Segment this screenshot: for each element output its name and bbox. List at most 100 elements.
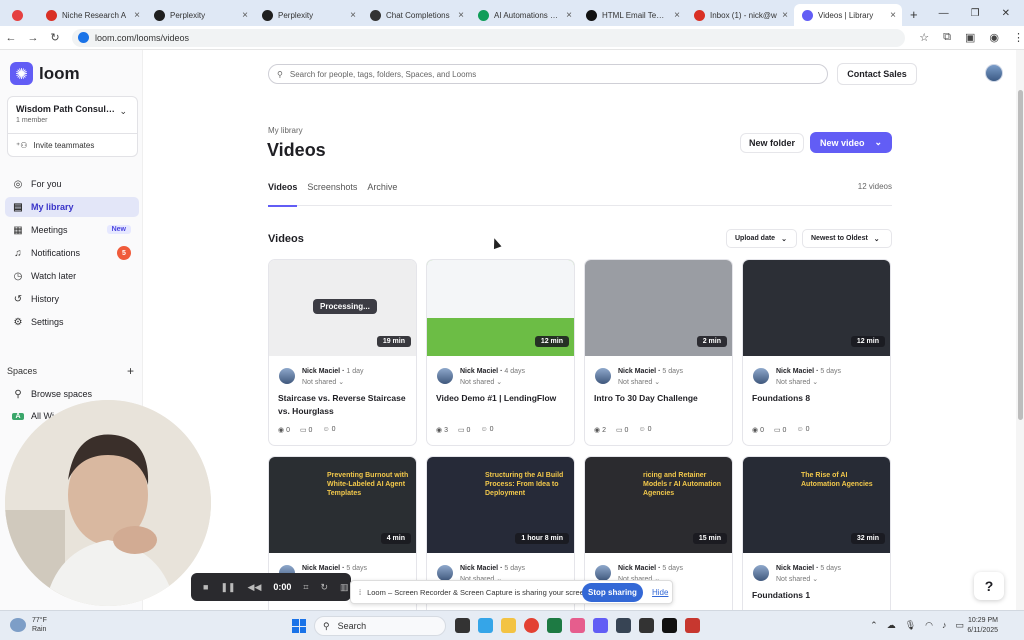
minimize-icon[interactable]: —: [939, 8, 949, 19]
close-tab-icon[interactable]: ×: [782, 10, 788, 21]
share-status-dropdown[interactable]: Not shared ⌄: [776, 575, 818, 583]
wifi-icon[interactable]: ◠: [925, 620, 933, 631]
slack-icon[interactable]: [570, 618, 585, 633]
video-title[interactable]: Staircase vs. Reverse Staircase vs. Hour…: [278, 392, 412, 418]
excel-icon[interactable]: [547, 618, 562, 633]
sidebar-item-watch-later[interactable]: ◷ Watch later: [5, 266, 139, 286]
chrome-icon[interactable]: [524, 618, 539, 633]
delete-icon[interactable]: ▥: [340, 582, 349, 593]
webcam-bubble[interactable]: [5, 400, 211, 606]
close-tab-icon[interactable]: ×: [890, 10, 896, 21]
browser-tab[interactable]: Perplexity ×: [254, 4, 362, 26]
tray-chevron-icon[interactable]: ⌃: [870, 620, 878, 631]
video-thumbnail[interactable]: Preventing Burnout with White-Labeled AI…: [269, 457, 416, 553]
stop-recording-icon[interactable]: ■: [203, 582, 208, 592]
capcut-icon[interactable]: [662, 618, 677, 633]
loom-logo[interactable]: ✺ loom: [10, 62, 80, 85]
volume-icon[interactable]: ♪: [942, 620, 947, 631]
browser-tab[interactable]: Inbox (1) - nick@w ×: [686, 4, 794, 26]
menu-icon[interactable]: ⋮: [1013, 31, 1024, 44]
stop-sharing-button[interactable]: Stop sharing: [582, 583, 643, 602]
browser-tab[interactable]: Chat Completions ×: [362, 4, 470, 26]
cloud-icon[interactable]: ☁: [887, 620, 896, 631]
url-field[interactable]: loom.com/looms/videos: [72, 28, 906, 47]
scrollbar-thumb[interactable]: [1018, 90, 1023, 420]
sidepanel-icon[interactable]: ▣: [965, 31, 975, 44]
close-tab-icon[interactable]: ×: [674, 10, 680, 21]
profile-icon[interactable]: ◉: [989, 31, 999, 44]
rewind-icon[interactable]: ◀◀: [248, 582, 262, 593]
weather-widget[interactable]: 77°F Rain: [10, 616, 47, 634]
close-tab-icon[interactable]: ×: [242, 10, 248, 21]
browser-tab[interactable]: HTML Email Templat ×: [578, 4, 686, 26]
file-explorer-icon[interactable]: [501, 618, 516, 633]
avatar[interactable]: [985, 64, 1003, 82]
bookmark-star-icon[interactable]: ☆: [919, 31, 929, 44]
extensions-icon[interactable]: ⧉: [943, 31, 951, 44]
share-status-dropdown[interactable]: Not shared ⌄: [302, 378, 344, 386]
video-thumbnail[interactable]: The Rise of AI Automation Agencies 32 min: [743, 457, 890, 553]
share-status-dropdown[interactable]: Not shared ⌄: [618, 378, 660, 386]
search-input[interactable]: ⚲ Search for people, tags, folders, Spac…: [268, 64, 828, 84]
browser-tab[interactable]: Perplexity ×: [146, 4, 254, 26]
close-tab-icon[interactable]: ×: [350, 10, 356, 21]
grid-icon[interactable]: ⌗: [303, 582, 308, 593]
video-title[interactable]: Video Demo #1 | LendingFlow: [436, 392, 570, 405]
video-thumbnail[interactable]: Processing... 19 min: [269, 260, 416, 356]
video-title[interactable]: Intro To 30 Day Challenge: [594, 392, 728, 405]
add-space-icon[interactable]: +: [127, 364, 134, 378]
close-window-icon[interactable]: ✕: [1002, 8, 1010, 19]
sort-order-dropdown[interactable]: Newest to Oldest ⌄: [802, 229, 892, 248]
close-tab-icon[interactable]: ×: [458, 10, 464, 21]
video-thumbnail[interactable]: Structuring the AI Build Process: From I…: [427, 457, 574, 553]
browser-tab[interactable]: Videos | Library ×: [794, 4, 902, 26]
app-icon[interactable]: [616, 618, 631, 633]
browser-tab[interactable]: AI Automations Nic ×: [470, 4, 578, 26]
video-card[interactable]: 12 min Nick Maciel · 4 days Not shared ⌄ Vi…: [426, 259, 575, 446]
sidebar-item-meetings[interactable]: ▦ Meetings New: [5, 220, 139, 240]
new-folder-button[interactable]: New folder: [740, 133, 804, 153]
browser-tab[interactable]: Niche Research A ×: [38, 4, 146, 26]
video-thumbnail[interactable]: ricing and Retainer Models r AI Automati…: [585, 457, 732, 553]
video-thumbnail[interactable]: 12 min: [427, 260, 574, 356]
tab-screenshots[interactable]: Screenshots: [307, 180, 357, 206]
help-button[interactable]: ?: [974, 572, 1004, 600]
browser-tab[interactable]: [4, 4, 38, 26]
new-video-button[interactable]: New video ⌄: [810, 132, 892, 153]
sidebar-item-settings[interactable]: ⚙ Settings: [5, 312, 139, 332]
tab-videos[interactable]: Videos: [268, 180, 298, 207]
battery-icon[interactable]: ▭: [955, 620, 964, 631]
share-status-dropdown[interactable]: Not shared ⌄: [776, 378, 818, 386]
sort-field-dropdown[interactable]: Upload date ⌄: [726, 229, 797, 248]
sidebar-item-for-you[interactable]: ◎ For you: [5, 174, 139, 194]
loom-app-icon[interactable]: [593, 618, 608, 633]
sidebar-item-my-library[interactable]: ▤ My library: [5, 197, 139, 217]
hide-link[interactable]: Hide: [652, 588, 668, 597]
app-icon-2[interactable]: [639, 618, 654, 633]
forward-icon[interactable]: →: [22, 32, 44, 44]
windows-start-icon[interactable]: [292, 619, 306, 633]
restart-icon[interactable]: ↻: [320, 582, 328, 593]
task-view-icon[interactable]: [455, 618, 470, 633]
contact-sales-button[interactable]: Contact Sales: [837, 63, 917, 85]
sidebar-item-notifications[interactable]: ♫ Notifications 5: [5, 243, 139, 263]
close-tab-icon[interactable]: ×: [134, 10, 140, 21]
invite-teammates-button[interactable]: ⁺⚇ Invite teammates: [8, 133, 137, 157]
video-card[interactable]: The Rise of AI Automation Agencies 32 min…: [742, 456, 891, 610]
mic-icon[interactable]: 🎙︎: [905, 620, 916, 631]
back-icon[interactable]: ←: [0, 32, 22, 44]
reload-icon[interactable]: ↻: [44, 31, 66, 44]
video-title[interactable]: Foundations 1: [752, 589, 886, 602]
app-icon-3[interactable]: [685, 618, 700, 633]
video-card[interactable]: Processing... 19 min Nick Maciel · 1 day No…: [268, 259, 417, 446]
pause-icon[interactable]: ❚❚: [220, 582, 235, 593]
workspace-switcher[interactable]: Wisdom Path Consulti... 1 member ⌄ ⁺⚇ In…: [7, 96, 138, 157]
video-title[interactable]: Foundations 8: [752, 392, 886, 405]
site-info-icon[interactable]: [78, 32, 89, 43]
share-status-dropdown[interactable]: Not shared ⌄: [460, 378, 502, 386]
page-scrollbar[interactable]: [1016, 50, 1024, 610]
taskbar-search[interactable]: ⚲ Search: [314, 616, 446, 636]
copilot-icon[interactable]: [478, 618, 493, 633]
video-thumbnail[interactable]: 12 min: [743, 260, 890, 356]
clock[interactable]: 10:29 PM 6/11/2025: [967, 616, 998, 636]
